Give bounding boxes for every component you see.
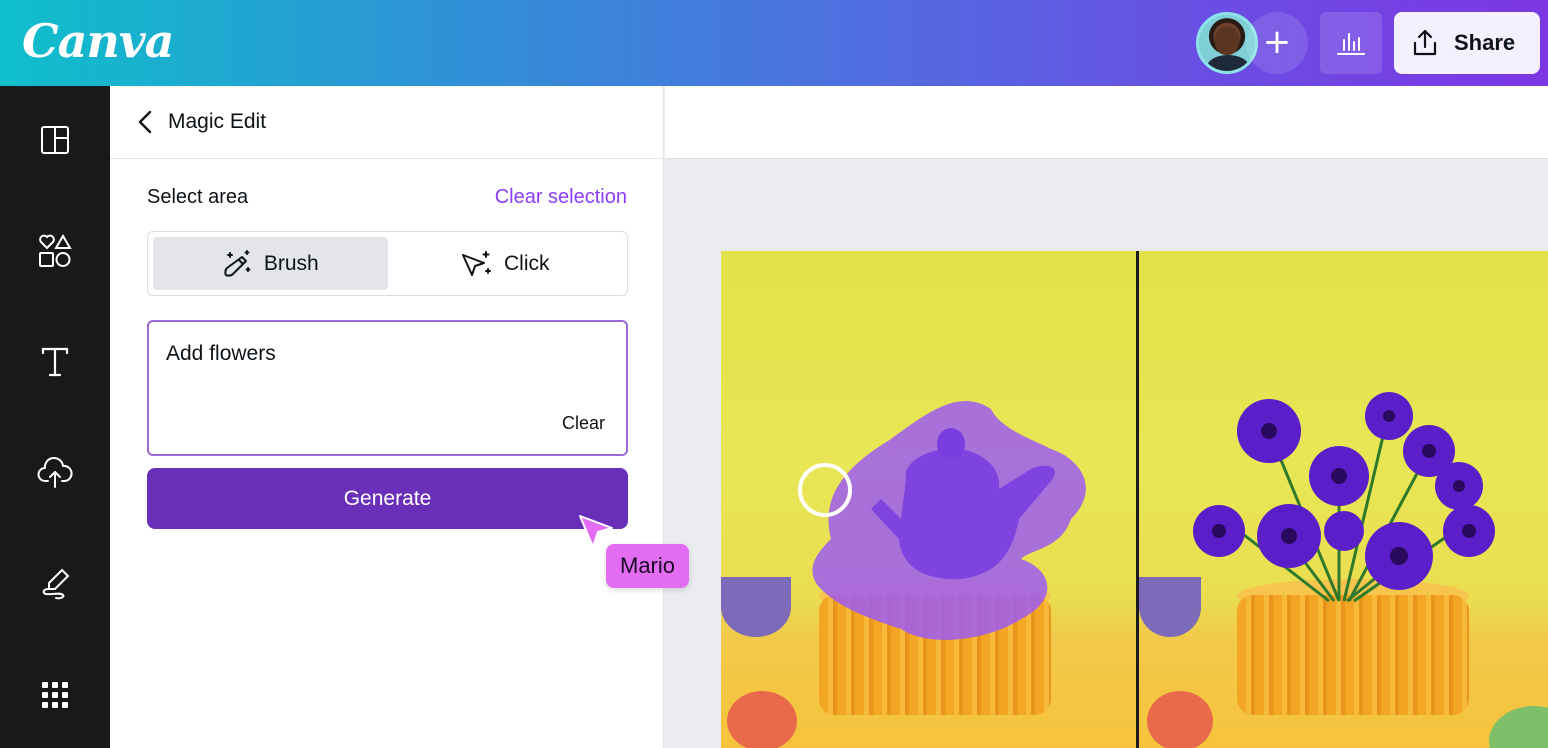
magic-brush-icon: [224, 249, 251, 277]
cloud-upload-icon: [37, 457, 73, 488]
selection-mode-toggle: Brush Click: [147, 231, 628, 296]
brush-mode-button[interactable]: Brush: [153, 237, 388, 290]
top-bar: Canva + Share: [0, 0, 1548, 86]
selection-mask: [812, 400, 1086, 640]
upload-icon: [1413, 29, 1437, 56]
share-label: Share: [1454, 30, 1516, 55]
red-spoon: [1147, 691, 1213, 748]
rail-text[interactable]: [0, 332, 110, 392]
side-rail: [0, 86, 110, 748]
purple-bowl: [721, 577, 791, 637]
draw-icon: [42, 568, 70, 600]
apps-grid-icon: [42, 682, 68, 708]
prompt-text: Add flowers: [166, 342, 276, 365]
magic-edit-panel: Magic Edit Select area Clear selection B…: [110, 86, 664, 748]
brush-label: Brush: [263, 251, 319, 275]
panel-header: Magic Edit: [110, 86, 663, 159]
select-area-label: Select area: [147, 186, 249, 208]
bar-chart-icon: [1337, 33, 1365, 55]
rail-design[interactable]: [0, 110, 110, 170]
canva-logo[interactable]: Canva: [22, 14, 174, 68]
generated-image[interactable]: [1139, 251, 1548, 748]
brush-cursor-ring: [798, 463, 852, 517]
prompt-clear-button[interactable]: Clear: [562, 413, 605, 434]
rail-draw[interactable]: [0, 554, 110, 614]
rail-apps[interactable]: [0, 665, 110, 725]
magic-click-icon: [462, 250, 491, 276]
layout-icon: [41, 126, 69, 154]
rail-elements[interactable]: [0, 221, 110, 281]
click-label: Click: [504, 251, 550, 275]
panel-title: Magic Edit: [168, 110, 267, 133]
shapes-icon: [39, 234, 72, 267]
original-image[interactable]: [721, 251, 1137, 748]
green-plate: [1489, 706, 1548, 748]
text-icon: [41, 347, 69, 377]
add-collaborator-button[interactable]: +: [1246, 12, 1308, 74]
avatar-face: [1215, 27, 1239, 55]
prompt-textarea[interactable]: Add flowers Clear: [147, 320, 628, 456]
avatar-shirt: [1207, 55, 1249, 71]
select-area-row: Select area Clear selection: [147, 186, 627, 209]
red-spoon: [727, 691, 797, 748]
flower-bouquet: [1193, 392, 1495, 603]
collaborator-name-tag: Mario: [606, 544, 690, 588]
insights-button[interactable]: [1320, 12, 1382, 74]
share-button[interactable]: Share: [1394, 12, 1540, 74]
rail-uploads[interactable]: [0, 443, 110, 503]
canvas-toolbar-area: [665, 86, 1548, 159]
generate-button[interactable]: Generate: [147, 468, 628, 529]
click-mode-button[interactable]: Click: [388, 237, 623, 290]
clear-selection-link[interactable]: Clear selection: [495, 186, 627, 209]
back-chevron-icon[interactable]: [136, 109, 154, 135]
